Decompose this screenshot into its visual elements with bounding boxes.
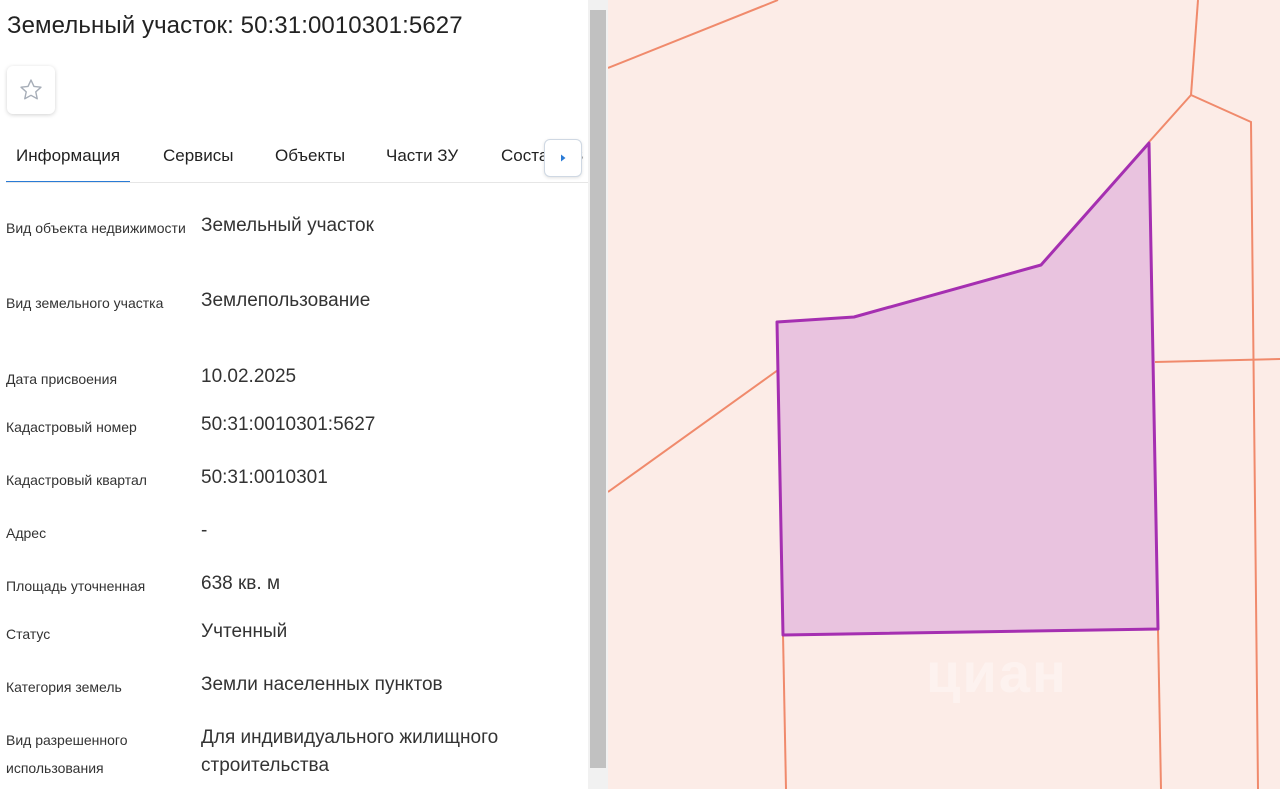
info-label: Статус [6, 626, 51, 642]
page-title: Земельный участок: 50:31:0010301:5627 [7, 12, 463, 39]
info-value: Земли населенных пунктов [201, 674, 443, 695]
info-value: Землепользование [201, 290, 371, 311]
info-label: Кадастровый номер [6, 419, 137, 435]
info-value: 10.02.2025 [201, 366, 297, 387]
star-outline-icon [20, 79, 42, 100]
info-value: - [201, 520, 208, 541]
info-label: Категория земель [6, 679, 122, 695]
chevron-right-icon [561, 154, 566, 162]
info-value: 50:31:0010301:5627 [201, 414, 376, 435]
tab-parts[interactable]: Части ЗУ [376, 135, 468, 181]
info-label: Адрес [6, 525, 47, 541]
info-label: Кадастровый квартал [6, 472, 147, 488]
info-value: 50:31:0010301 [201, 467, 328, 488]
info-label: Вид земельного участка [6, 295, 164, 311]
map-view[interactable]: циан [608, 0, 1280, 789]
tab-information[interactable]: Информация [6, 135, 131, 182]
tab-objects[interactable]: Объекты [265, 135, 355, 181]
selected-land-parcel[interactable] [775, 141, 1160, 637]
info-value: Земельный участок [201, 215, 374, 236]
info-value: Для индивидуального жилищного строительс… [201, 727, 499, 776]
info-label: Площадь уточненная [6, 578, 146, 594]
scrollbar-thumb[interactable] [590, 10, 606, 768]
info-value: Учтенный [201, 621, 288, 642]
tabs-scroll-right-button[interactable] [544, 139, 582, 177]
info-label: Вид разрешенного использования [6, 732, 128, 776]
info-label: Дата присвоения [6, 371, 118, 387]
info-label: Вид объекта недвижимости [6, 220, 186, 236]
tab-services[interactable]: Сервисы [153, 135, 243, 181]
info-panel: Земельный участок: 50:31:0010301:5627 Ин… [0, 0, 588, 789]
favorite-button[interactable] [7, 66, 55, 114]
watermark-logo: циан [926, 641, 1068, 704]
tab-bar: Информация Сервисы Объекты Части ЗУ Сост… [6, 135, 588, 183]
info-value: 638 кв. м [201, 573, 281, 594]
